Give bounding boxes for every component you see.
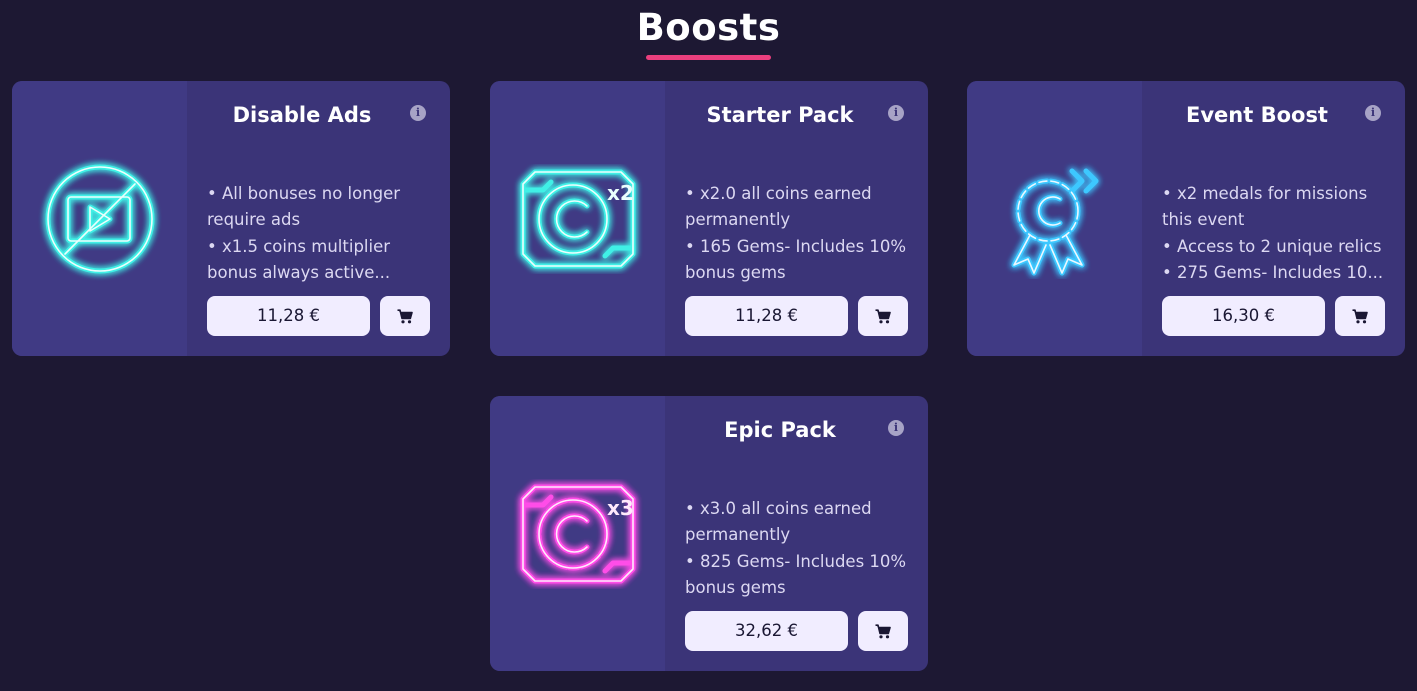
card-description: • x3.0 all coins earned permanently • 82… xyxy=(685,496,917,601)
boost-card-event-boost: Event Boost i • x2 medals for missions t… xyxy=(967,81,1405,356)
card-icon-panel xyxy=(967,81,1142,356)
description-line: • 825 Gems- Includes 10% xyxy=(685,551,907,571)
description-line: permanently xyxy=(685,525,791,545)
description-line: bonus always active... xyxy=(207,262,391,282)
description-line: • 275 Gems- Includes 10... xyxy=(1162,262,1384,282)
icon-badge: x2 xyxy=(607,181,634,205)
boost-card-epic-pack: x3 Epic Pack i • x3.0 all coins earned p… xyxy=(490,396,928,671)
card-description: • All bonuses no longer require ads • x1… xyxy=(207,181,439,286)
description-line: • x2 medals for missions xyxy=(1162,184,1368,203)
icon-badge: x3 xyxy=(607,496,634,520)
cart-icon xyxy=(397,308,413,323)
description-line: • 165 Gems- Includes 10% xyxy=(685,236,907,256)
description-line: this event xyxy=(1162,210,1245,230)
add-to-cart-button[interactable] xyxy=(1335,296,1385,336)
coin-x2-icon: x2 xyxy=(520,169,635,268)
info-icon[interactable]: i xyxy=(410,105,426,121)
info-icon[interactable]: i xyxy=(888,105,904,121)
cart-icon xyxy=(875,308,891,323)
add-to-cart-button[interactable] xyxy=(380,296,430,336)
info-icon[interactable]: i xyxy=(1365,105,1381,121)
boosts-page: Boosts Disable Ads i • All bonuses no lo… xyxy=(0,0,1417,691)
cart-icon xyxy=(1352,308,1368,323)
card-body: Disable Ads i • All bonuses no longer re… xyxy=(187,81,450,356)
description-line: require ads xyxy=(207,210,301,230)
cart-icon xyxy=(875,623,891,638)
title-underline xyxy=(646,55,771,60)
boost-card-starter-pack: x2 Starter Pack i • x2.0 all coins earne… xyxy=(490,81,928,356)
card-icon-panel: x2 xyxy=(490,81,665,356)
price-button[interactable]: 16,30 € xyxy=(1162,296,1325,336)
description-line: • x2.0 all coins earned xyxy=(685,184,872,203)
description-line: permanently xyxy=(685,210,791,230)
info-icon[interactable]: i xyxy=(888,420,904,436)
page-title: Boosts xyxy=(636,6,781,49)
price-button[interactable]: 11,28 € xyxy=(207,296,370,336)
price-button[interactable]: 11,28 € xyxy=(685,296,848,336)
card-title: Disable Ads xyxy=(232,103,372,127)
description-line: bonus gems xyxy=(685,262,786,282)
description-line: • All bonuses no longer xyxy=(207,184,401,203)
description-line: • Access to 2 unique relics xyxy=(1162,236,1382,256)
description-line: bonus gems xyxy=(685,577,786,597)
card-description: • x2.0 all coins earned permanently • 16… xyxy=(685,181,917,286)
coin-x3-icon: x3 xyxy=(520,484,635,583)
boost-card-disable-ads: Disable Ads i • All bonuses no longer re… xyxy=(12,81,450,356)
card-description: • x2 medals for missions this event • Ac… xyxy=(1162,181,1394,286)
card-title: Epic Pack xyxy=(724,418,836,442)
card-icon-panel xyxy=(12,81,187,356)
description-line: • x3.0 all coins earned xyxy=(685,499,872,518)
medal-boost-icon xyxy=(1011,168,1098,275)
card-body: Event Boost i • x2 medals for missions t… xyxy=(1142,81,1405,356)
price-button[interactable]: 32,62 € xyxy=(685,611,848,651)
add-to-cart-button[interactable] xyxy=(858,611,908,651)
description-line: • x1.5 coins multiplier xyxy=(207,236,391,256)
card-body: Epic Pack i • x3.0 all coins earned perm… xyxy=(665,396,928,671)
card-title: Event Boost xyxy=(1186,103,1328,127)
card-body: Starter Pack i • x2.0 all coins earned p… xyxy=(665,81,928,356)
card-title: Starter Pack xyxy=(706,103,854,127)
no-ads-icon xyxy=(45,164,154,273)
add-to-cart-button[interactable] xyxy=(858,296,908,336)
card-icon-panel: x3 xyxy=(490,396,665,671)
